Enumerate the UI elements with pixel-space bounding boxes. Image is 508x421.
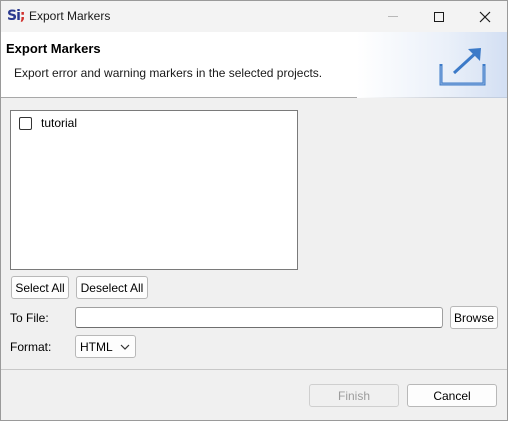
footer-divider — [1, 369, 507, 370]
chevron-down-icon — [120, 344, 130, 350]
maximize-icon — [434, 11, 444, 22]
app-logo-icon: Si; — [7, 8, 25, 24]
deselect-all-button[interactable]: Deselect All — [76, 276, 148, 299]
header-banner: Export Markers Export error and warning … — [1, 32, 507, 98]
browse-button[interactable]: Browse — [450, 306, 498, 329]
title-bar: Si; Export Markers — [1, 1, 507, 32]
export-markers-dialog: Si; Export Markers Export Markers Export… — [0, 0, 508, 421]
project-list[interactable]: tutorial — [10, 110, 298, 270]
project-label: tutorial — [41, 116, 78, 130]
window-title: Export Markers — [29, 9, 111, 23]
list-item[interactable]: tutorial — [19, 115, 77, 131]
finish-button[interactable]: Finish — [309, 384, 399, 407]
format-value: HTML — [80, 339, 113, 354]
project-checkbox[interactable] — [19, 116, 32, 130]
to-file-label: To File: — [10, 311, 49, 325]
banner-description: Export error and warning markers in the … — [14, 66, 323, 80]
format-label: Format: — [10, 340, 52, 354]
to-file-input[interactable] — [75, 307, 443, 328]
cancel-button[interactable]: Cancel — [407, 384, 497, 407]
banner-title: Export Markers — [6, 41, 101, 56]
export-icon — [439, 48, 486, 86]
format-select[interactable]: HTML — [75, 335, 136, 358]
minimize-button[interactable] — [370, 1, 416, 32]
minimize-icon — [388, 16, 398, 17]
close-icon — [479, 11, 491, 22]
close-button[interactable] — [462, 1, 508, 32]
select-all-button[interactable]: Select All — [11, 276, 69, 299]
maximize-button[interactable] — [416, 1, 462, 32]
